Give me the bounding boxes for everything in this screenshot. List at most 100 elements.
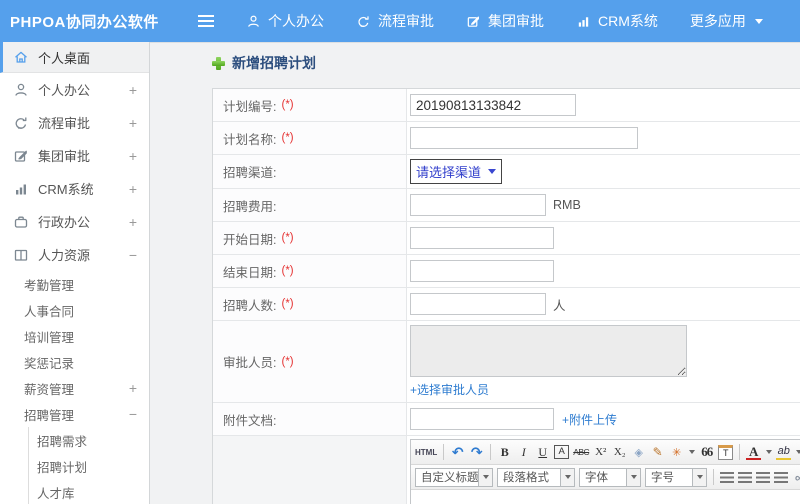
sidebar-item-salary[interactable]: 薪资管理 +	[0, 375, 149, 401]
italic-icon[interactable]: I	[516, 445, 531, 460]
sidebar-item-workflow-approval[interactable]: 流程审批 +	[0, 106, 149, 139]
sidebar-item-recruit-mgmt[interactable]: 招聘管理 −	[0, 401, 149, 427]
undo-icon[interactable]: ↶	[450, 444, 465, 461]
html-source-button[interactable]: HTML	[415, 448, 437, 457]
attachment-input[interactable]	[410, 408, 554, 430]
chevron-down-icon[interactable]	[766, 450, 773, 454]
workflow-icon	[358, 15, 369, 27]
edit-icon	[14, 150, 27, 162]
topnav-crm[interactable]: CRM系统	[576, 11, 658, 31]
sidebar-item-training[interactable]: 培训管理	[0, 323, 149, 349]
field-label: 审批人员: (*)	[213, 321, 407, 402]
topnav-more-apps[interactable]: 更多应用	[690, 11, 763, 31]
hamburger-menu-icon[interactable]	[198, 14, 216, 28]
collapse-icon[interactable]: −	[129, 247, 137, 263]
sidebar-item-hr-contracts[interactable]: 人事合同	[0, 297, 149, 323]
sidebar-item-recruit-plan[interactable]: 招聘计划	[29, 453, 149, 479]
font-size-dropdown[interactable]: 字号	[645, 467, 707, 487]
recruit-plan-form: 计划编号: (*) 计划名称: (*) 招聘渠道:	[212, 88, 800, 504]
toolbar-separator	[739, 444, 741, 460]
sidebar-item-group-approval[interactable]: 集团审批 +	[0, 139, 149, 172]
bar-chart-icon	[16, 184, 26, 194]
expand-icon[interactable]: +	[129, 181, 137, 197]
form-row-approvers: 审批人员: (*) +选择审批人员	[213, 321, 800, 403]
expand-icon[interactable]: +	[129, 82, 137, 98]
workflow-icon	[15, 117, 27, 129]
field-label: 计划名称: (*)	[213, 122, 407, 154]
paragraph-format-dropdown[interactable]: 段落格式	[497, 467, 575, 487]
align-left-icon[interactable]	[720, 471, 734, 483]
required-mark: (*)	[281, 265, 294, 277]
sidebar-item-admin-office[interactable]: 行政办公 +	[0, 205, 149, 238]
dropdown-arrow	[692, 468, 706, 486]
channel-select[interactable]: 请选择渠道	[410, 159, 503, 184]
topnav-workflow-approval[interactable]: 流程审批	[356, 11, 434, 31]
underline-icon[interactable]: U	[535, 445, 550, 460]
sidebar-item-recruit-demand[interactable]: 招聘需求	[29, 427, 149, 453]
editor-content-area[interactable]	[411, 490, 800, 504]
align-right-icon[interactable]	[756, 471, 770, 483]
chevron-down-icon[interactable]	[796, 450, 800, 454]
eraser-icon[interactable]: ◈	[631, 446, 646, 459]
field-label	[213, 436, 407, 504]
sidebar-item-personal-desktop[interactable]: 个人桌面	[0, 42, 149, 73]
attachment-upload-link[interactable]: +附件上传	[562, 411, 617, 428]
align-justify-icon[interactable]	[774, 471, 788, 483]
subscript-icon[interactable]: X₂	[612, 446, 627, 458]
paste-text-icon[interactable]: T	[718, 444, 734, 460]
field-label: 招聘费用:	[213, 189, 407, 221]
sidebar: 个人桌面 个人办公 + 流程审批 + 集团审批 + CRM系统 + 行政办公 +	[0, 42, 150, 504]
sidebar-item-talent-pool[interactable]: 人才库	[29, 479, 149, 504]
start-date-input[interactable]	[410, 227, 554, 249]
sidebar-item-label: 行政办公	[38, 215, 91, 230]
topnav-group-approval[interactable]: 集团审批	[466, 11, 544, 31]
highlight-color-icon[interactable]: ab	[776, 445, 792, 460]
strikethrough-icon[interactable]: ABC	[573, 447, 589, 457]
sidebar-item-personal-office[interactable]: 个人办公 +	[0, 73, 149, 106]
expand-icon[interactable]: +	[129, 115, 137, 131]
expand-icon[interactable]: +	[129, 148, 137, 164]
redo-icon[interactable]: ↷	[469, 444, 484, 461]
superscript-icon[interactable]: X²	[593, 446, 608, 458]
topnav-label: 更多应用	[689, 13, 746, 29]
end-date-input[interactable]	[410, 260, 554, 282]
headcount-unit: 人	[553, 298, 566, 313]
font-border-icon[interactable]: A	[554, 445, 570, 459]
format-brush-icon[interactable]: ✎	[650, 445, 665, 459]
font-color-icon[interactable]: A	[746, 445, 762, 460]
sidebar-item-label: 奖惩记录	[24, 356, 75, 371]
sidebar-item-crm[interactable]: CRM系统 +	[0, 172, 149, 205]
topbar: PHPOA协同办公软件 个人办公 流程审批 集团审批 CRM系统 更多应用	[0, 0, 800, 42]
spray-color-icon[interactable]: ✳	[669, 446, 684, 459]
rich-text-editor: HTML ↶ ↷ B I U A ABC X² X₂ ◈ ✎ ✳ 66 T A …	[410, 439, 800, 504]
link-icon[interactable]: ∞	[792, 470, 800, 485]
headcount-input[interactable]	[410, 293, 546, 315]
sidebar-item-human-resources[interactable]: 人力资源 −	[0, 238, 149, 271]
expand-icon[interactable]: +	[129, 214, 137, 230]
blockquote-icon[interactable]: 66	[699, 444, 714, 460]
bold-icon[interactable]: B	[497, 445, 512, 460]
sidebar-item-attendance[interactable]: 考勤管理	[0, 271, 149, 297]
app-brand: PHPOA协同办公软件	[10, 13, 159, 31]
select-approvers-link[interactable]: +选择审批人员	[410, 381, 489, 398]
bar-chart-icon	[578, 16, 589, 27]
topnav-label: CRM系统	[598, 13, 658, 29]
approvers-textarea[interactable]	[410, 325, 687, 377]
recruit-submenu: 招聘需求 招聘计划 人才库	[28, 427, 149, 504]
plan-no-input[interactable]	[410, 94, 576, 116]
form-row-start-date: 开始日期: (*)	[213, 222, 800, 255]
top-nav: 个人办公 流程审批 集团审批 CRM系统 更多应用	[246, 11, 763, 31]
custom-title-dropdown[interactable]: 自定义标题	[415, 467, 493, 487]
sidebar-item-label: 人才库	[37, 486, 75, 501]
fee-input[interactable]	[410, 194, 546, 216]
sidebar-item-label: 招聘计划	[37, 460, 88, 475]
expand-icon[interactable]: +	[129, 380, 137, 396]
sidebar-item-rewards[interactable]: 奖惩记录	[0, 349, 149, 375]
topnav-personal-office[interactable]: 个人办公	[246, 11, 324, 31]
plan-name-input[interactable]	[410, 127, 638, 149]
form-row-headcount: 招聘人数: (*) 人	[213, 288, 800, 321]
chevron-down-icon[interactable]	[689, 450, 696, 454]
font-family-dropdown[interactable]: 字体	[579, 467, 641, 487]
align-center-icon[interactable]	[738, 471, 752, 483]
collapse-icon[interactable]: −	[129, 406, 137, 422]
